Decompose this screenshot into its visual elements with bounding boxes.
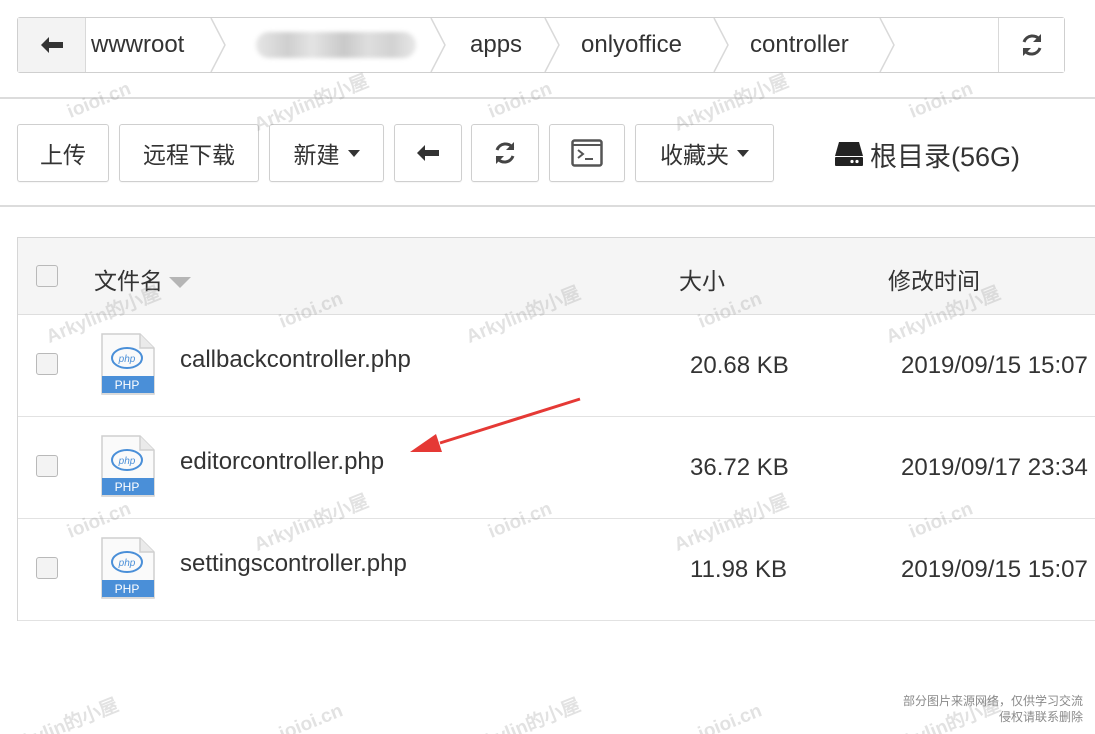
- file-name-link[interactable]: editorcontroller.php: [180, 448, 384, 476]
- remote-download-button[interactable]: 远程下载: [119, 124, 259, 182]
- column-header-name-label: 文件名: [94, 268, 163, 294]
- arrow-left-icon: [417, 145, 439, 161]
- refresh-icon: [495, 142, 515, 164]
- favorites-dropdown-button[interactable]: 收藏夹: [635, 124, 774, 182]
- file-size: 36.72 KB: [690, 454, 789, 481]
- new-button-label: 新建: [293, 142, 340, 168]
- caret-down-icon: [737, 149, 749, 157]
- svg-text:PHP: PHP: [115, 582, 140, 596]
- refresh-icon: [1022, 34, 1041, 56]
- php-file-icon: php PHP: [101, 435, 155, 497]
- row-checkbox[interactable]: [36, 353, 58, 375]
- breadcrumb-path: wwwroot apps onlyoffice controller: [86, 18, 1064, 72]
- hard-drive-icon: [835, 142, 863, 166]
- breadcrumb-item-onlyoffice[interactable]: onlyoffice: [581, 18, 682, 72]
- breadcrumb-separator: [210, 18, 226, 72]
- sort-caret-icon: [169, 277, 191, 289]
- column-header-name[interactable]: 文件名: [94, 262, 191, 296]
- footer-disclaimer: 部分图片来源网络，仅供学习交流 侵权请联系删除: [903, 693, 1083, 725]
- terminal-icon: [571, 139, 603, 167]
- file-name-link[interactable]: settingscontroller.php: [180, 550, 407, 578]
- watermark: Arkylin的小屋: [463, 694, 584, 734]
- terminal-button[interactable]: [549, 124, 625, 182]
- breadcrumb-item-apps[interactable]: apps: [470, 18, 522, 72]
- file-modified-time: 2019/09/17 23:34: [901, 454, 1088, 481]
- file-size: 11.98 KB: [690, 556, 787, 583]
- upload-button-label: 上传: [40, 142, 86, 168]
- breadcrumb: wwwroot apps onlyoffice controller: [17, 17, 1065, 73]
- breadcrumb-item-blurred[interactable]: [256, 32, 416, 58]
- svg-text:php: php: [118, 456, 136, 467]
- new-dropdown-button[interactable]: 新建: [269, 124, 384, 182]
- arrow-left-icon: [40, 37, 63, 53]
- watermark: ioioi.cn: [695, 700, 765, 734]
- table-row[interactable]: php PHP editorcontroller.php 36.72 KB 20…: [18, 417, 1095, 519]
- row-checkbox[interactable]: [36, 455, 58, 477]
- file-modified-time: 2019/09/15 15:07: [901, 352, 1088, 379]
- select-all-checkbox[interactable]: [36, 265, 58, 287]
- file-table: 文件名 大小 修改时间 php PHP callbackcontroller.p…: [17, 237, 1095, 621]
- watermark: ioioi.cn: [906, 78, 976, 123]
- php-file-icon: php PHP: [101, 333, 155, 395]
- refresh-button[interactable]: [471, 124, 539, 182]
- breadcrumb-item-wwwroot[interactable]: wwwroot: [91, 18, 184, 72]
- back-button[interactable]: [394, 124, 462, 182]
- remote-download-button-label: 远程下载: [143, 142, 235, 168]
- root-directory-indicator[interactable]: 根目录(56G): [834, 134, 1020, 174]
- footer-disclaimer-line1: 部分图片来源网络，仅供学习交流: [902, 694, 1083, 708]
- column-header-modified[interactable]: 修改时间: [888, 262, 980, 296]
- file-size: 20.68 KB: [690, 352, 789, 379]
- php-file-icon: php PHP: [101, 537, 155, 599]
- divider: [0, 97, 1095, 99]
- svg-text:php: php: [118, 558, 136, 569]
- table-row[interactable]: php PHP callbackcontroller.php 20.68 KB …: [18, 315, 1095, 417]
- table-header: 文件名 大小 修改时间: [18, 238, 1095, 315]
- watermark: ioioi.cn: [276, 700, 346, 734]
- svg-text:PHP: PHP: [115, 378, 140, 392]
- breadcrumb-refresh-button[interactable]: [998, 18, 1064, 72]
- root-directory-label: 根目录(56G): [870, 141, 1021, 172]
- favorites-button-label: 收藏夹: [660, 142, 729, 168]
- upload-button[interactable]: 上传: [17, 124, 109, 182]
- svg-text:php: php: [118, 354, 136, 365]
- svg-text:PHP: PHP: [115, 480, 140, 494]
- watermark: ioioi.cn: [64, 78, 134, 123]
- column-header-size[interactable]: 大小: [679, 262, 725, 296]
- row-checkbox[interactable]: [36, 557, 58, 579]
- caret-down-icon: [347, 149, 360, 157]
- file-modified-time: 2019/09/15 15:07: [901, 556, 1088, 583]
- table-row[interactable]: php PHP settingscontroller.php 11.98 KB …: [18, 519, 1095, 621]
- watermark: Arkylin的小屋: [1, 694, 122, 734]
- breadcrumb-separator: [879, 18, 895, 72]
- footer-disclaimer-line2: 侵权请联系删除: [998, 710, 1083, 724]
- breadcrumb-separator: [430, 18, 446, 72]
- watermark: ioioi.cn: [485, 78, 555, 123]
- breadcrumb-item-controller[interactable]: controller: [750, 18, 849, 72]
- breadcrumb-separator: [544, 18, 560, 72]
- breadcrumb-back-button[interactable]: [18, 18, 86, 72]
- breadcrumb-separator: [713, 18, 729, 72]
- divider: [0, 205, 1095, 207]
- file-name-link[interactable]: callbackcontroller.php: [180, 346, 411, 374]
